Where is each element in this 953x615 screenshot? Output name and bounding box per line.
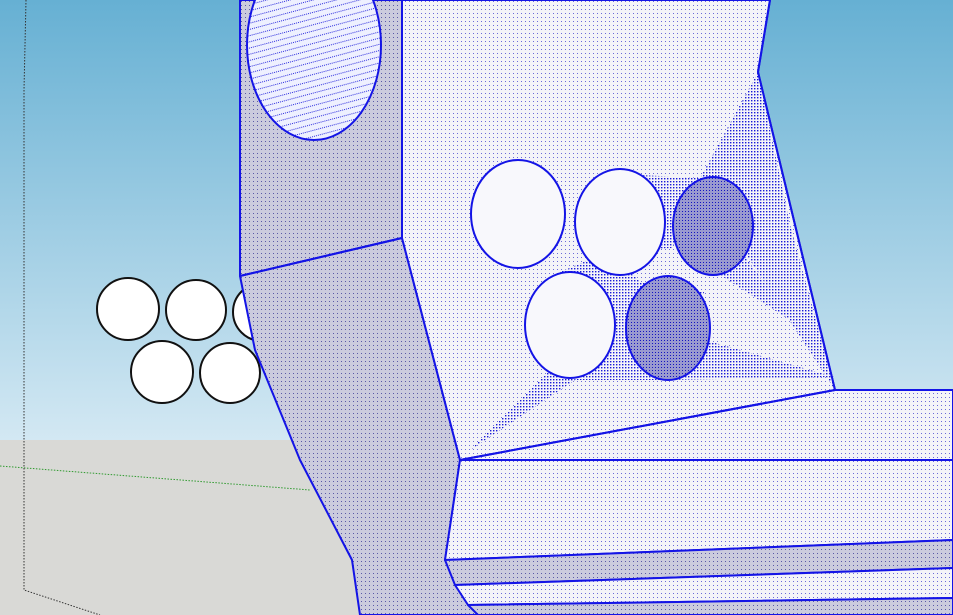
hole-circle[interactable] xyxy=(524,271,616,379)
cylinder-end[interactable] xyxy=(130,340,194,404)
sketchup-3d-viewport[interactable] xyxy=(0,0,953,615)
model-canvas[interactable] xyxy=(0,0,953,615)
hole-circle-shaded[interactable] xyxy=(672,176,754,276)
cylinder-end[interactable] xyxy=(165,279,227,341)
hole-circle[interactable] xyxy=(574,168,666,276)
hole-circle[interactable] xyxy=(470,159,566,269)
cylinder-end[interactable] xyxy=(199,342,261,404)
cylinder-end[interactable] xyxy=(96,277,160,341)
hole-circle-shaded[interactable] xyxy=(625,275,711,381)
